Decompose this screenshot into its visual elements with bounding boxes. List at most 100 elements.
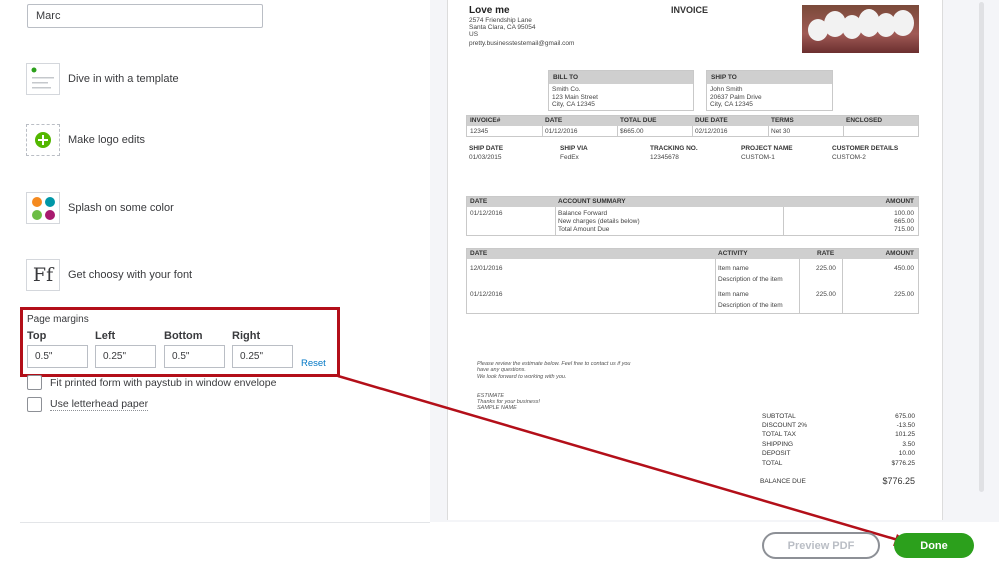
- balance-due-label: BALANCE DUE: [760, 478, 806, 485]
- summary-row-label: Balance Forward: [558, 210, 608, 217]
- meta-value: 12345: [470, 128, 489, 135]
- item-activity: Item name: [718, 265, 749, 272]
- items-header: AMOUNT: [885, 250, 914, 257]
- ship-to-line: 20637 Palm Drive: [710, 93, 762, 101]
- items-header: ACTIVITY: [718, 250, 748, 257]
- company-name: Love me: [469, 5, 510, 16]
- ship-value: FedEx: [560, 154, 579, 161]
- summary-header: AMOUNT: [885, 198, 914, 205]
- ship-value: CUSTOM-2: [832, 154, 866, 161]
- total-value: 675.00: [895, 413, 915, 420]
- meta-header: DUE DATE: [695, 117, 728, 124]
- ship-header: TRACKING NO.: [650, 145, 698, 152]
- color-option-label: Splash on some color: [68, 202, 174, 214]
- paystub-checkbox-row[interactable]: Fit printed form with paystub in window …: [27, 375, 276, 390]
- summary-row-amount: 100.00: [894, 210, 914, 217]
- invoice-title: INVOICE: [671, 5, 709, 15]
- letterhead-checkbox-row[interactable]: Use letterhead paper: [27, 397, 149, 412]
- ship-to-heading: SHIP TO: [707, 71, 832, 84]
- items-header: DATE: [470, 250, 488, 257]
- summary-date: 01/12/2016: [470, 210, 503, 217]
- invoice-note-line: We look forward to working with you.: [477, 374, 567, 380]
- logo-option-label: Make logo edits: [68, 134, 146, 146]
- summary-header: DATE: [470, 198, 488, 205]
- total-value: -13.50: [896, 422, 915, 429]
- ship-value: CUSTOM-1: [741, 154, 775, 161]
- font-option[interactable]: Ff Get choosy with your font: [26, 259, 192, 291]
- company-address-2: Santa Clara, CA 95054: [469, 24, 536, 31]
- meta-value: Net 30: [771, 128, 791, 135]
- summary-row-label: New charges (details below): [558, 218, 640, 225]
- add-logo-icon: [26, 124, 60, 156]
- summary-row-label: Total Amount Due: [558, 226, 610, 233]
- item-amount: 225.00: [894, 291, 914, 298]
- ship-to-line: City, CA 12345: [710, 101, 753, 108]
- item-description: Description of the item: [718, 276, 783, 283]
- line-items-table: DATE ACTIVITY RATE AMOUNT 12/01/2016 Ite…: [466, 248, 919, 314]
- invoice-footer-line: SAMPLE NAME: [477, 405, 517, 411]
- ship-to-line: John Smith: [710, 86, 743, 93]
- item-date: 01/12/2016: [470, 291, 503, 298]
- meta-header: INVOICE#: [470, 117, 501, 124]
- bottom-divider: [20, 522, 430, 523]
- item-rate: 225.00: [816, 265, 836, 272]
- item-rate: 225.00: [816, 291, 836, 298]
- total-value: 101.25: [895, 431, 915, 438]
- company-name-input[interactable]: [27, 4, 263, 28]
- template-option[interactable]: Dive in with a template: [26, 63, 179, 95]
- account-summary-table: DATE ACCOUNT SUMMARY AMOUNT 01/12/2016 B…: [466, 196, 919, 236]
- done-button[interactable]: Done: [894, 533, 974, 558]
- company-email: pretty.businesstestemail@gmail.com: [469, 40, 575, 47]
- ship-header: SHIP VIA: [560, 145, 588, 152]
- bill-to-line: City, CA 12345: [552, 101, 595, 108]
- summary-header: ACCOUNT SUMMARY: [558, 198, 626, 205]
- invoice-note-line: have any questions.: [477, 367, 526, 373]
- item-description: Description of the item: [718, 302, 783, 309]
- meta-value: 01/12/2016: [545, 128, 578, 135]
- ship-value: 01/03/2015: [469, 154, 502, 161]
- bill-to-box: BILL TO Smith Co. 123 Main Street City, …: [548, 70, 694, 111]
- meta-value: $665.00: [620, 128, 644, 135]
- color-palette-icon: [26, 192, 60, 224]
- ship-header: SHIP DATE: [469, 145, 504, 152]
- company-logo-image: [802, 5, 919, 53]
- preview-scrollbar-thumb[interactable]: [979, 2, 984, 492]
- paystub-checkbox-label: Fit printed form with paystub in window …: [50, 376, 277, 389]
- font-option-label: Get choosy with your font: [68, 269, 193, 281]
- meta-header: DATE: [545, 117, 563, 124]
- template-option-label: Dive in with a template: [68, 73, 179, 85]
- preview-pdf-button[interactable]: Preview PDF: [762, 532, 880, 559]
- ship-value: 12345678: [650, 154, 679, 161]
- total-label: TOTAL TAX: [762, 431, 796, 438]
- color-option[interactable]: Splash on some color: [26, 192, 174, 224]
- margins-highlight-box: [20, 307, 340, 377]
- ship-to-box: SHIP TO John Smith 20637 Palm Drive City…: [706, 70, 833, 111]
- total-value: $776.25: [891, 460, 916, 467]
- total-label: DEPOSIT: [762, 450, 791, 457]
- total-label: DISCOUNT 2%: [762, 422, 808, 429]
- template-icon: [26, 63, 60, 95]
- letterhead-checkbox[interactable]: [27, 397, 42, 412]
- paystub-checkbox[interactable]: [27, 375, 42, 390]
- bill-to-line: 123 Main Street: [552, 93, 598, 101]
- total-value: 3.50: [902, 441, 915, 448]
- meta-value: 02/12/2016: [695, 128, 728, 135]
- meta-header: TOTAL DUE: [620, 117, 657, 124]
- ship-header: PROJECT NAME: [741, 145, 793, 152]
- item-date: 12/01/2016: [470, 265, 503, 272]
- company-country: US: [469, 31, 479, 38]
- summary-row-amount: 715.00: [894, 226, 914, 233]
- ship-header: CUSTOMER DETAILS: [832, 145, 899, 152]
- font-icon: Ff: [26, 259, 60, 291]
- font-icon-glyph: Ff: [32, 264, 54, 286]
- total-label: SHIPPING: [762, 441, 794, 448]
- company-address-1: 2574 Friendship Lane: [469, 17, 532, 24]
- letterhead-checkbox-label: Use letterhead paper: [50, 398, 149, 411]
- invoice-meta-table: INVOICE# DATE TOTAL DUE DUE DATE TERMS E…: [466, 115, 919, 137]
- summary-row-amount: 665.00: [894, 218, 914, 225]
- item-amount: 450.00: [894, 265, 914, 272]
- bill-to-heading: BILL TO: [549, 71, 693, 84]
- logo-option[interactable]: Make logo edits: [26, 124, 145, 156]
- meta-header: TERMS: [771, 117, 794, 124]
- balance-due-value: $776.25: [882, 476, 915, 486]
